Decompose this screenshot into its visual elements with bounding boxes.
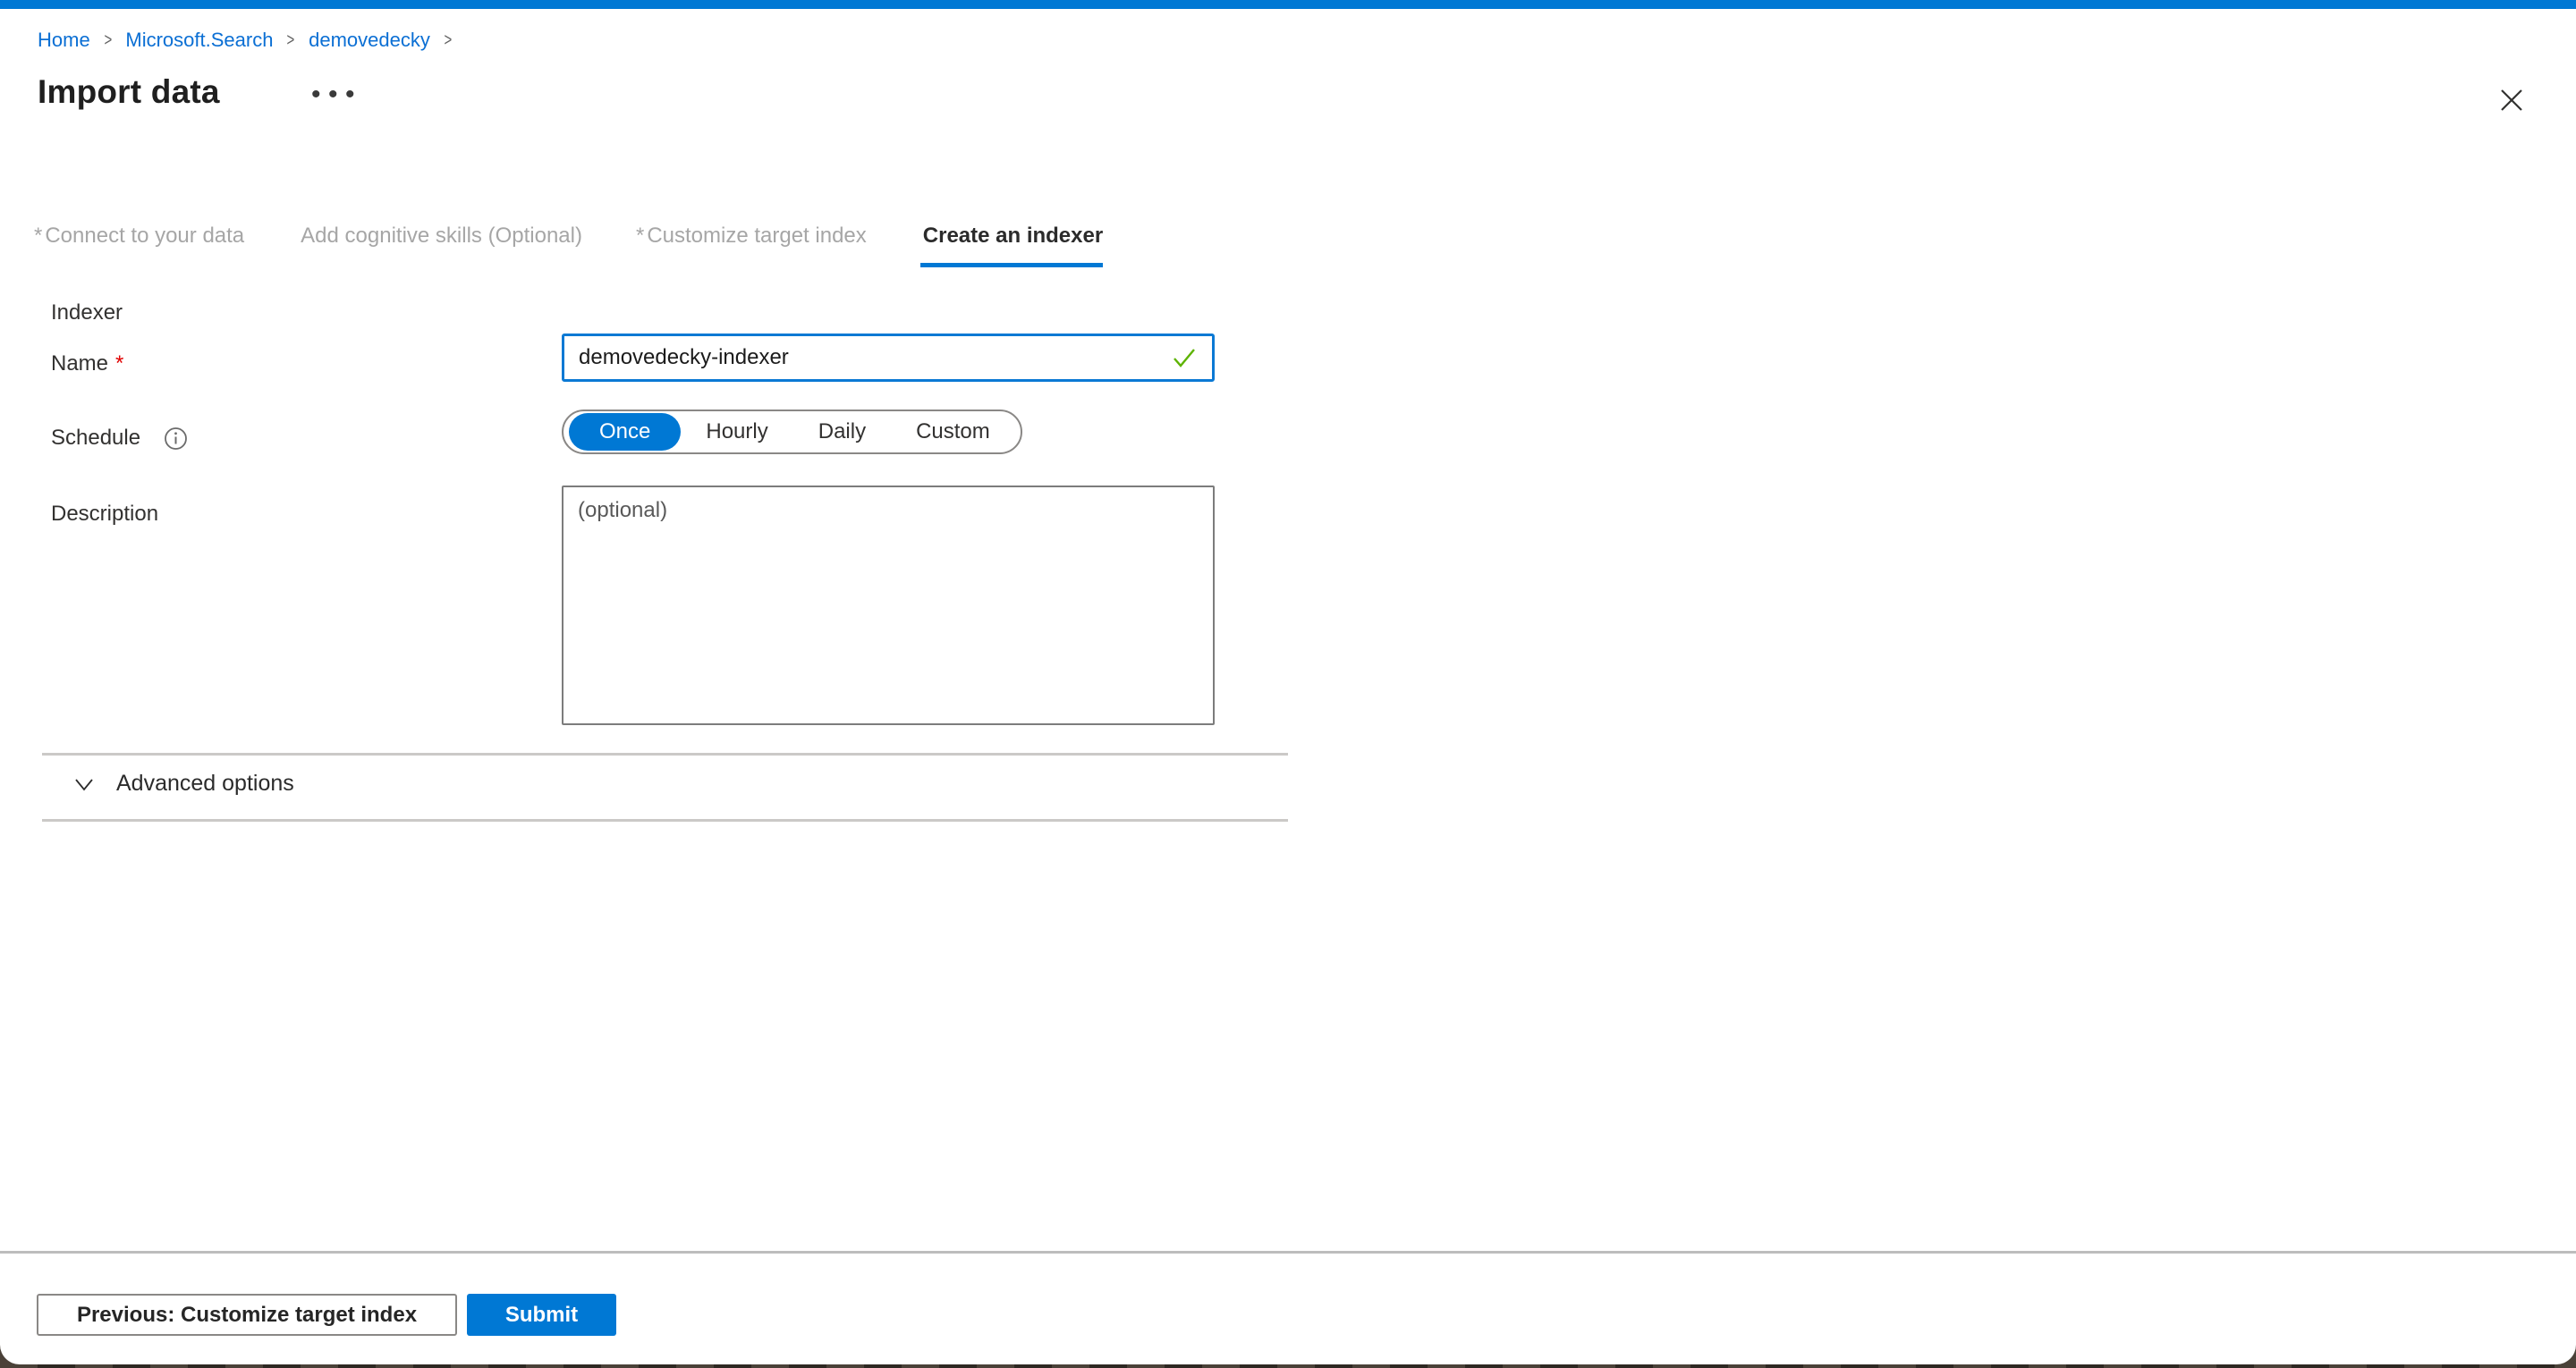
tab-connect-to-your-data[interactable]: *Connect to your data (34, 224, 244, 267)
schedule-option-hourly[interactable]: Hourly (681, 411, 792, 452)
name-field-label: Name * (51, 351, 123, 376)
tab-label: Connect to your data (45, 224, 244, 248)
tab-add-cognitive-skills[interactable]: Add cognitive skills (Optional) (298, 224, 582, 267)
footer-divider (0, 1251, 2576, 1254)
indexer-name-input[interactable]: demovedecky-indexer (562, 334, 1215, 382)
required-marker: * (636, 224, 644, 248)
close-icon[interactable] (2497, 86, 2526, 114)
import-data-panel: Home > Microsoft.Search > demovedecky > … (0, 0, 2576, 1364)
portal-top-accent-bar (0, 0, 2576, 9)
breadcrumb-home-link[interactable]: Home (38, 29, 90, 52)
schedule-field-label: Schedule (51, 426, 140, 451)
more-options-icon[interactable]: • • • (311, 86, 358, 104)
chevron-right-icon: > (444, 30, 452, 51)
indexer-name-value: demovedecky-indexer (579, 345, 1171, 370)
schedule-toggle-group: Once Hourly Daily Custom (562, 410, 1022, 454)
description-field-label: Description (51, 502, 158, 527)
tab-create-an-indexer[interactable]: Create an indexer (920, 224, 1103, 267)
indexer-section-label: Indexer (51, 300, 123, 325)
page-title: Import data (38, 73, 220, 111)
tab-customize-target-index[interactable]: *Customize target index (636, 224, 867, 267)
info-circle-icon[interactable] (164, 426, 188, 451)
schedule-option-custom[interactable]: Custom (891, 411, 1015, 452)
valid-checkmark-icon (1171, 344, 1198, 371)
name-label-text: Name (51, 351, 108, 376)
previous-step-button[interactable]: Previous: Customize target index (37, 1294, 457, 1336)
breadcrumb-demovedecky-link[interactable]: demovedecky (309, 29, 430, 52)
wizard-tabs: *Connect to your data Add cognitive skil… (34, 224, 1103, 267)
tab-label: Create an indexer (923, 224, 1103, 248)
schedule-option-once[interactable]: Once (569, 413, 681, 451)
description-textarea[interactable] (562, 486, 1215, 725)
required-asterisk: * (115, 351, 123, 376)
schedule-option-daily[interactable]: Daily (793, 411, 891, 452)
advanced-options-label: Advanced options (116, 771, 294, 797)
breadcrumb: Home > Microsoft.Search > demovedecky > (38, 29, 453, 52)
chevron-down-icon (72, 772, 97, 797)
tab-label: Add cognitive skills (Optional) (301, 224, 582, 248)
breadcrumb-microsoft-search-link[interactable]: Microsoft.Search (125, 29, 273, 52)
required-marker: * (34, 224, 42, 248)
advanced-options-expander[interactable]: Advanced options (72, 771, 294, 797)
chevron-right-icon: > (104, 30, 112, 51)
chevron-right-icon: > (287, 30, 295, 51)
divider (42, 819, 1288, 822)
divider (42, 753, 1288, 756)
submit-button[interactable]: Submit (467, 1294, 616, 1336)
tab-label: Customize target index (647, 224, 866, 248)
